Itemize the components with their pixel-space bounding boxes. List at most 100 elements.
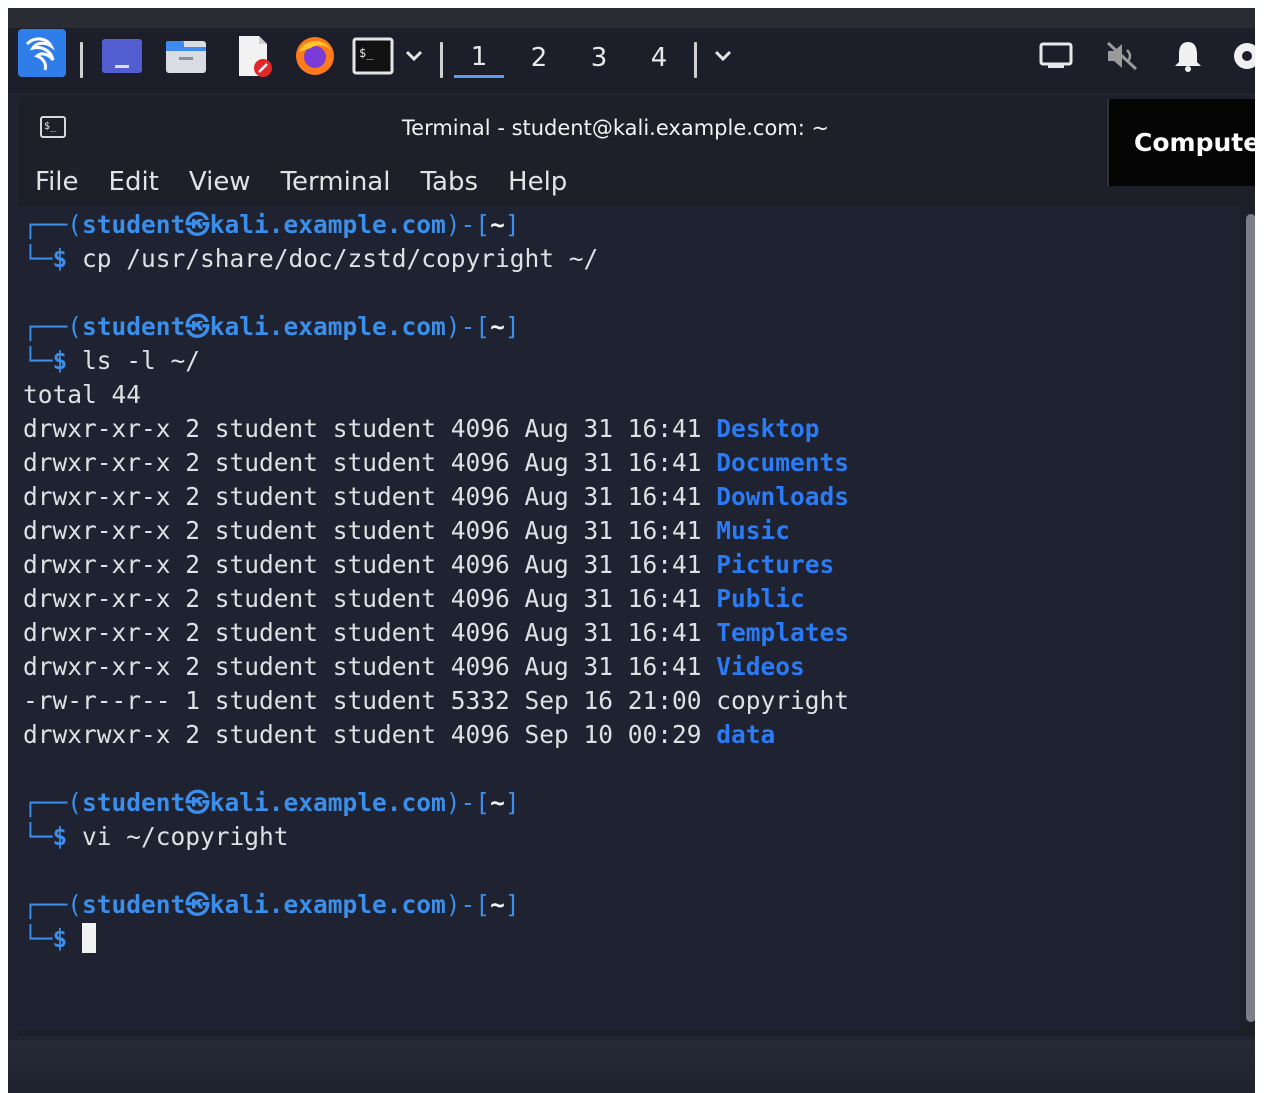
ls-directory-name: Templates <box>716 618 850 647</box>
kali-menu-button[interactable] <box>16 29 68 77</box>
ls-entry-meta: drwxr-xr-x 2 student student 4096 Aug 31… <box>23 448 717 477</box>
prompt-frame: ] <box>504 890 520 919</box>
prompt-symbol: ㉿ <box>185 890 210 919</box>
firefox-icon <box>296 37 334 75</box>
command-text: ls -l ~/ <box>82 346 201 375</box>
file-manager-button[interactable] <box>163 34 209 78</box>
notification-bell-icon <box>1175 42 1201 72</box>
terminal-cursor <box>82 923 97 953</box>
ls-entry: drwxr-xr-x 2 student student 4096 Aug 31… <box>23 616 849 650</box>
ls-entry-meta: drwxr-xr-x 2 student student 4096 Aug 31… <box>23 584 717 613</box>
ls-directory-name: data <box>716 720 776 749</box>
command-line: └─$ vi ~/copyright <box>23 820 849 854</box>
desktop: $_ 1 2 3 4 $_ Terminal - student@kali.ex… <box>8 8 1255 1093</box>
ls-total: total 44 <box>23 378 849 412</box>
prompt-dir: ~ <box>490 788 505 817</box>
menu-tabs[interactable]: Tabs <box>405 162 493 202</box>
ls-directory-name: Public <box>716 584 805 613</box>
chevron-down-icon <box>405 50 423 62</box>
ls-entry: -rw-r--r-- 1 student student 5332 Sep 16… <box>23 684 849 718</box>
terminal-button[interactable]: $_ <box>348 34 428 78</box>
prompt-frame: └─ <box>23 822 53 851</box>
ls-directory-name: Downloads <box>716 482 850 511</box>
prompt-frame: )-[ <box>445 210 491 239</box>
taskbar-separator <box>80 42 83 78</box>
taskbar-separator <box>694 42 697 78</box>
terminal-window: $_ Terminal - student@kali.example.com: … <box>18 96 1255 1036</box>
prompt-frame: └─ <box>23 924 53 953</box>
terminal-icon: $_ <box>352 37 394 75</box>
workspace-1[interactable]: 1 <box>454 38 504 78</box>
terminal-text: ┌──(student㉿kali.example.com)-[~] └─$ cp … <box>23 208 849 956</box>
prompt-user: student <box>82 890 186 919</box>
menu-edit[interactable]: Edit <box>94 162 174 202</box>
prompt-symbol: ㉿ <box>185 312 210 341</box>
volume-muted-icon <box>1106 41 1138 71</box>
ls-entry-meta: drwxr-xr-x 2 student student 4096 Aug 31… <box>23 550 717 579</box>
ls-directory-name: Music <box>716 516 791 545</box>
command-line: └─$ cp /usr/share/doc/zstd/copyright ~/ <box>23 242 849 276</box>
ls-entry-meta: drwxr-xr-x 2 student student 4096 Aug 31… <box>23 618 717 647</box>
text-editor-icon <box>239 36 272 77</box>
prompt-host: kali.example.com <box>209 312 446 341</box>
command-text: cp /usr/share/doc/zstd/copyright ~/ <box>82 244 599 273</box>
prompt-frame: ] <box>504 788 520 817</box>
ls-entry: drwxr-xr-x 2 student student 4096 Aug 31… <box>23 412 849 446</box>
ls-directory-name: Documents <box>716 448 850 477</box>
prompt-frame: )-[ <box>445 788 491 817</box>
prompt-frame: )-[ <box>445 312 491 341</box>
ls-entry: drwxr-xr-x 2 student student 4096 Aug 31… <box>23 480 849 514</box>
notifications-button[interactable] <box>1170 34 1206 78</box>
ls-directory-name: Desktop <box>716 414 820 443</box>
window-list-button[interactable] <box>708 34 738 78</box>
prompt-line: ┌──(student㉿kali.example.com)-[~] <box>23 888 849 922</box>
ls-entry: drwxr-xr-x 2 student student 4096 Aug 31… <box>23 548 849 582</box>
taskbar: $_ 1 2 3 4 <box>8 8 1255 93</box>
prompt-host: kali.example.com <box>209 210 446 239</box>
window-titlebar[interactable]: $_ Terminal - student@kali.example.com: … <box>18 96 1255 158</box>
ls-entry: drwxr-xr-x 2 student student 4096 Aug 31… <box>23 582 849 616</box>
ls-entry-meta: drwxr-xr-x 2 student student 4096 Aug 31… <box>23 414 717 443</box>
prompt-frame: ] <box>504 210 520 239</box>
desktop-background <box>8 1040 1255 1093</box>
ls-entry: drwxrwxr-x 2 student student 4096 Sep 10… <box>23 718 849 752</box>
firefox-button[interactable] <box>292 34 338 78</box>
scrollbar-thumb[interactable] <box>1246 214 1255 1022</box>
prompt-frame: )-[ <box>445 890 491 919</box>
ls-entry-meta: drwxr-xr-x 2 student student 4096 Aug 31… <box>23 516 717 545</box>
workspace-4[interactable]: 4 <box>634 38 684 78</box>
prompt-host: kali.example.com <box>209 788 446 817</box>
workspace-2[interactable]: 2 <box>514 38 564 78</box>
network-button[interactable] <box>1038 34 1074 78</box>
command-line: └─$ ls -l ~/ <box>23 344 849 378</box>
show-desktop-button[interactable] <box>100 34 144 78</box>
menu-file[interactable]: File <box>18 162 94 202</box>
prompt-line: ┌──(student㉿kali.example.com)-[~] <box>23 786 849 820</box>
workspace-3[interactable]: 3 <box>574 38 624 78</box>
ls-entry: drwxr-xr-x 2 student student 4096 Aug 31… <box>23 514 849 548</box>
text-editor-button[interactable] <box>230 34 276 78</box>
prompt-frame: ┌──( <box>23 788 83 817</box>
volume-button[interactable] <box>1104 34 1140 78</box>
prompt-frame: └─ <box>23 244 53 273</box>
prompt-user: student <box>82 788 186 817</box>
menu-terminal[interactable]: Terminal <box>266 162 406 202</box>
menu-help[interactable]: Help <box>493 162 582 202</box>
prompt-dir: ~ <box>490 312 505 341</box>
terminal-output[interactable]: ┌──(student㉿kali.example.com)-[~] └─$ cp … <box>18 206 1240 1030</box>
menu-view[interactable]: View <box>174 162 266 202</box>
ls-file-name: copyright <box>716 686 850 715</box>
ls-entry-meta: drwxr-xr-x 2 student student 4096 Aug 31… <box>23 482 717 511</box>
file-manager-icon <box>166 41 206 73</box>
network-icon <box>1039 42 1073 68</box>
ls-directory-name: Pictures <box>716 550 835 579</box>
prompt-symbol: ㉿ <box>185 788 210 817</box>
prompt-host: kali.example.com <box>209 890 446 919</box>
ls-directory-name: Videos <box>716 652 805 681</box>
prompt-dollar: $ <box>52 924 83 953</box>
menu-bar: File Edit View Terminal Tabs Help <box>18 162 582 202</box>
prompt-user: student <box>82 312 186 341</box>
ls-entry-meta: drwxr-xr-x 2 student student 4096 Aug 31… <box>23 652 717 681</box>
power-button[interactable] <box>1232 34 1255 78</box>
